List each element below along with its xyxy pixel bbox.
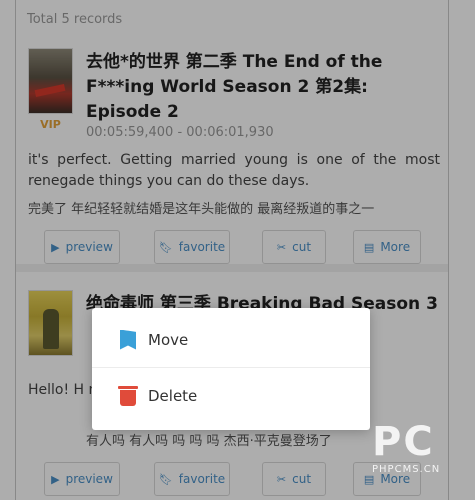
bookmark-icon xyxy=(120,329,136,350)
watermark-domain: PHPCMS.CN xyxy=(372,464,441,475)
move-menu-item[interactable]: Move xyxy=(92,312,370,368)
delete-label: Delete xyxy=(148,387,198,405)
site-watermark: PC PHPCMS.CN xyxy=(372,420,472,486)
delete-menu-item[interactable]: Delete xyxy=(92,368,370,424)
watermark-logo-text: PC xyxy=(372,419,435,465)
action-menu: Move Delete xyxy=(92,308,370,430)
trash-icon xyxy=(118,386,138,406)
move-label: Move xyxy=(148,330,189,349)
